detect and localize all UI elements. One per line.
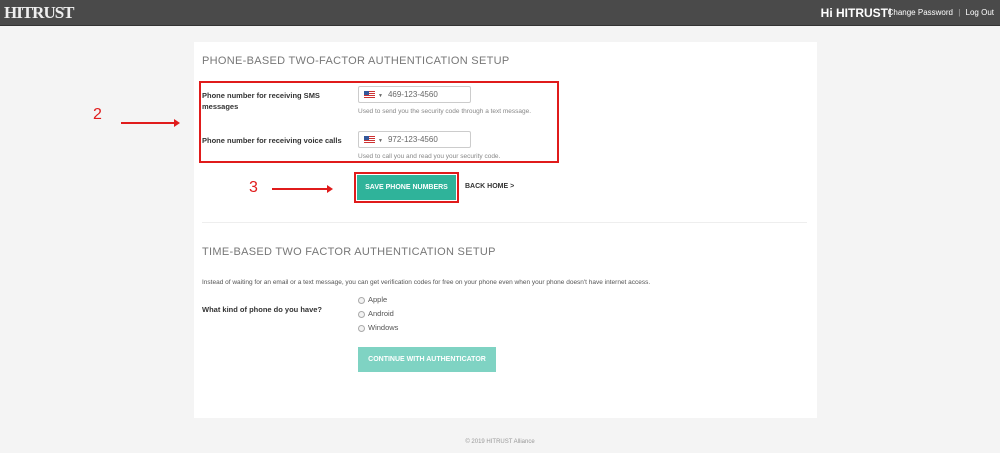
back-home-link[interactable]: BACK HOME > <box>465 183 514 190</box>
sms-phone-input[interactable]: ▼ 469-123-4560 <box>358 86 471 103</box>
voice-help: Used to call you and read you your secur… <box>358 153 501 160</box>
phone-section-title: PHONE-BASED TWO-FACTOR AUTHENTICATION SE… <box>202 55 510 67</box>
sms-help: Used to send you the security code throu… <box>358 108 532 115</box>
hitrust-logo[interactable]: HITRUST <box>4 3 75 23</box>
annotation-step-2: 2 <box>93 106 102 123</box>
annotation-arrow-icon <box>272 185 333 193</box>
greeting: Hi HITRUST! <box>820 6 892 20</box>
us-flag-icon[interactable] <box>364 136 375 144</box>
us-flag-icon[interactable] <box>364 91 375 99</box>
divider <box>202 222 807 223</box>
annotation-arrow-icon <box>121 119 180 127</box>
time-section-title: TIME-BASED TWO FACTOR AUTHENTICATION SET… <box>202 246 496 258</box>
save-phone-numbers-button[interactable]: SAVE PHONE NUMBERS <box>357 175 456 200</box>
radio-windows[interactable]: Windows <box>358 323 398 332</box>
annotation-step-3: 3 <box>249 179 258 196</box>
change-password-link[interactable]: Change Password <box>888 8 953 17</box>
time-description: Instead of waiting for an email or a tex… <box>202 279 651 286</box>
top-bar: HITRUST Hi HITRUST! Change Password | Lo… <box>0 0 1000 26</box>
voice-phone-input[interactable]: ▼ 972-123-4560 <box>358 131 471 148</box>
phone-type-question: What kind of phone do you have? <box>202 305 322 314</box>
radio-android[interactable]: Android <box>358 309 394 318</box>
separator: | <box>958 8 961 17</box>
logout-link[interactable]: Log Out <box>966 8 994 17</box>
chevron-down-icon[interactable]: ▼ <box>378 138 383 144</box>
chevron-down-icon[interactable]: ▼ <box>378 93 383 99</box>
continue-authenticator-button[interactable]: CONTINUE WITH AUTHENTICATOR <box>358 347 496 372</box>
footer: © 2019 HITRUST Alliance <box>465 439 535 445</box>
voice-label: Phone number for receiving voice calls <box>202 136 342 145</box>
sms-label: Phone number for receiving SMS messages <box>202 91 320 111</box>
radio-apple[interactable]: Apple <box>358 295 387 304</box>
